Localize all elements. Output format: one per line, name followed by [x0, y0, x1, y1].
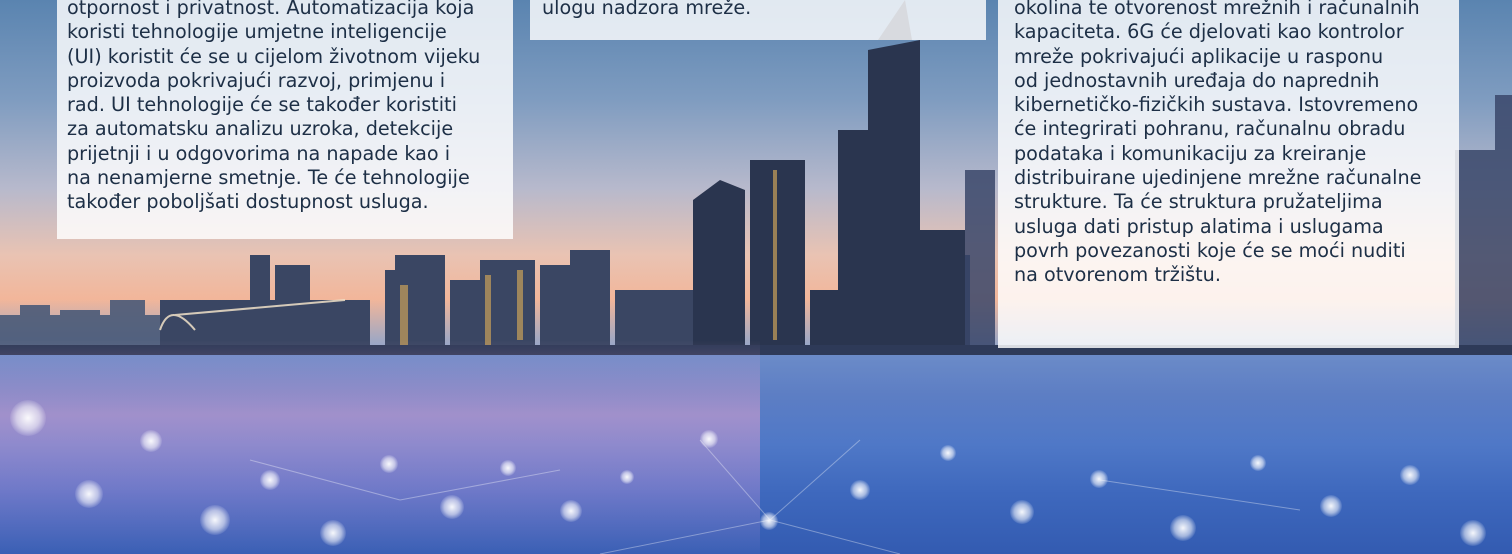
- light-dot: [75, 480, 103, 508]
- light-dot: [320, 520, 346, 546]
- paragraph-left: otpornost i privatnost. Automatizacija k…: [67, 0, 481, 214]
- light-dot: [1460, 520, 1486, 546]
- text-panel-left: otpornost i privatnost. Automatizacija k…: [57, 0, 513, 239]
- light-dot: [1250, 455, 1266, 471]
- light-dot: [940, 445, 956, 461]
- light-dot: [200, 505, 230, 535]
- paragraph-right: okolina te otvorenost mrežnih i računaln…: [1014, 0, 1422, 287]
- light-dot: [700, 430, 718, 448]
- light-dot: [1320, 495, 1342, 517]
- light-dot: [380, 455, 398, 473]
- light-dot: [1170, 515, 1196, 541]
- paragraph-middle: ulogu nadzora mreže.: [542, 0, 752, 19]
- light-dot: [260, 470, 280, 490]
- light-dot: [560, 500, 582, 522]
- light-dot: [500, 460, 516, 476]
- light-dot: [760, 512, 778, 530]
- light-dot: [440, 495, 464, 519]
- text-panel-middle: ulogu nadzora mreže.: [530, 0, 986, 40]
- light-dot: [1400, 465, 1420, 485]
- light-dot: [10, 400, 46, 436]
- text-panel-right: okolina te otvorenost mrežnih i računaln…: [998, 0, 1459, 348]
- light-dot: [850, 480, 870, 500]
- light-dot: [1010, 500, 1034, 524]
- light-dot: [1090, 470, 1108, 488]
- light-dot: [140, 430, 162, 452]
- light-dot: [620, 470, 634, 484]
